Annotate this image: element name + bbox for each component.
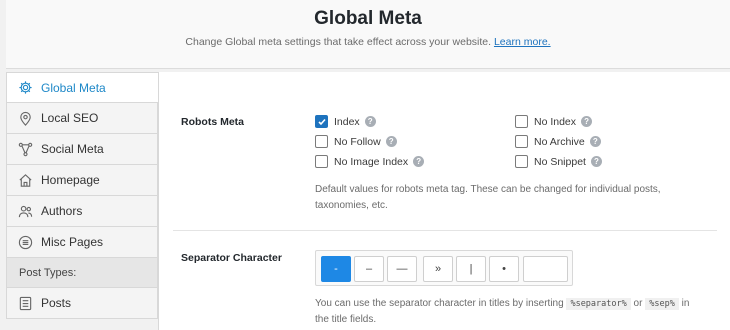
separator-option-bullet[interactable]: •	[489, 256, 519, 282]
checkbox-no-archive[interactable]: No Archive ?	[515, 135, 601, 148]
sidebar-item-authors[interactable]: Authors	[6, 196, 158, 227]
checkbox-no-index[interactable]: No Index ?	[515, 115, 593, 128]
location-pin-icon	[17, 110, 33, 126]
sidebar-item-social-meta[interactable]: Social Meta	[6, 134, 158, 165]
robots-meta-label: Robots Meta	[181, 116, 244, 128]
checkbox[interactable]	[315, 115, 328, 128]
separator-code: %separator%	[566, 298, 631, 310]
separator-selector: - – — » | •	[315, 250, 573, 286]
separator-option-em-dash[interactable]: —	[387, 256, 417, 282]
custom-separator-input[interactable]	[523, 256, 568, 282]
separator-description: You can use the separator character in t…	[315, 296, 705, 328]
separator-description-line2: the title fields.	[315, 314, 377, 325]
settings-panel: Robots Meta Index ? No Index ? No Follow…	[158, 72, 730, 330]
sidebar-item-label: Global Meta	[41, 80, 106, 95]
checkbox-label: No Archive	[534, 135, 585, 148]
page-subtitle: Change Global meta settings that take ef…	[6, 36, 730, 48]
help-icon[interactable]: ?	[413, 156, 425, 167]
help-icon[interactable]: ?	[590, 156, 602, 167]
help-icon[interactable]: ?	[581, 116, 593, 127]
separator-option-pipe[interactable]: |	[456, 256, 486, 282]
separator-character-label: Separator Character	[181, 252, 282, 264]
sidebar-item-label: Misc Pages	[41, 235, 104, 249]
home-icon	[17, 172, 33, 188]
sidebar-item-label: Local SEO	[41, 111, 99, 125]
sidebar-item-local-seo[interactable]: Local SEO	[6, 103, 158, 134]
separator-option-hyphen[interactable]: -	[321, 256, 351, 282]
sep-code: %sep%	[645, 298, 679, 310]
separator-description-prefix: You can use the separator character in t…	[315, 298, 564, 309]
checkbox[interactable]	[315, 155, 328, 168]
subtitle-text: Change Global meta settings that take ef…	[185, 36, 492, 48]
checkbox-no-snippet[interactable]: No Snippet ?	[515, 155, 602, 168]
robots-meta-description: Default values for robots meta tag. Thes…	[315, 184, 661, 211]
separator-option-raquo[interactable]: »	[423, 256, 453, 282]
page-header: Global Meta Change Global meta settings …	[6, 0, 730, 69]
separator-description-or: or	[633, 298, 643, 309]
checkmark-icon	[317, 118, 326, 125]
help-icon[interactable]: ?	[385, 136, 397, 147]
sidebar-item-label: Authors	[41, 204, 83, 218]
post-types-section-label: Post Types:	[6, 258, 158, 288]
checkbox-label: No Snippet	[534, 155, 586, 168]
learn-more-link[interactable]: Learn more.	[494, 36, 551, 48]
checkbox-label: No Image Index	[334, 155, 409, 168]
list-circle-icon	[17, 234, 33, 250]
sidebar-item-misc-pages[interactable]: Misc Pages	[6, 227, 158, 258]
sidebar-item-posts[interactable]: Posts	[6, 288, 158, 319]
separator-option-en-dash[interactable]: –	[354, 256, 384, 282]
sidebar: Global Meta Local SEO Social Meta Homepa…	[6, 72, 159, 330]
help-icon[interactable]: ?	[364, 116, 376, 127]
sidebar-item-global-meta[interactable]: Global Meta	[6, 72, 159, 103]
document-icon	[17, 295, 33, 311]
checkbox[interactable]	[515, 115, 528, 128]
gear-icon	[17, 80, 33, 96]
users-icon	[17, 203, 33, 219]
sidebar-item-label: Social Meta	[41, 142, 104, 156]
checkbox-index[interactable]: Index ?	[315, 115, 376, 128]
share-icon	[17, 141, 33, 157]
checkbox-no-image-index[interactable]: No Image Index ?	[315, 155, 425, 168]
sidebar-item-label: Posts	[41, 296, 72, 310]
sidebar-item-label: Homepage	[41, 173, 100, 187]
page-title: Global Meta	[314, 8, 422, 29]
checkbox-label: No Follow	[334, 135, 381, 148]
section-divider	[173, 230, 717, 231]
help-icon[interactable]: ?	[589, 136, 601, 147]
separator-description-suffix: in	[681, 298, 690, 309]
checkbox-no-follow[interactable]: No Follow ?	[315, 135, 397, 148]
checkbox-label: No Index	[534, 115, 577, 128]
checkbox[interactable]	[515, 135, 528, 148]
checkbox[interactable]	[515, 155, 528, 168]
checkbox[interactable]	[315, 135, 328, 148]
checkbox-label: Index	[334, 115, 360, 128]
sidebar-item-homepage[interactable]: Homepage	[6, 165, 158, 196]
